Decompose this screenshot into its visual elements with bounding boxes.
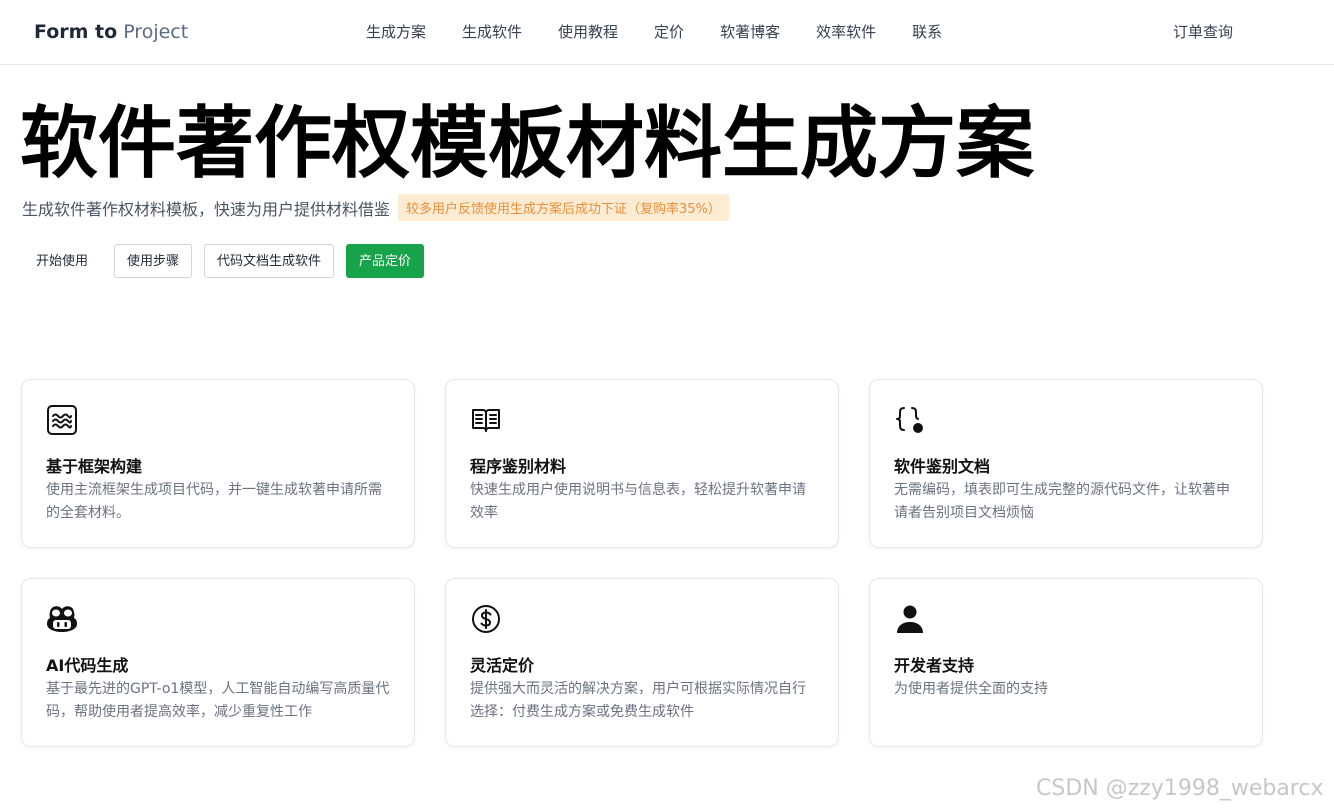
feature-card-flexible-pricing: 灵活定价 提供强大而灵活的解决方案，用户可根据实际情况自行选择：付费生成方案或免… — [445, 578, 839, 747]
feature-title: 开发者支持 — [894, 656, 975, 675]
watermark: CSDN @zzy1998_webarcx — [1036, 776, 1324, 801]
nav-item-pricing[interactable]: 定价 — [654, 21, 684, 43]
pricing-button[interactable]: 产品定价 — [346, 244, 425, 278]
feature-card-developer-support: 开发者支持 为使用者提供全面的支持 — [869, 578, 1263, 747]
nav-item-blog[interactable]: 软著博客 — [720, 21, 780, 43]
feature-text: 基于最先进的GPT-o1模型，人工智能自动编写高质量代码，帮助使用者提高效率，减… — [46, 681, 390, 720]
brand-bold-text: Form to — [34, 21, 118, 43]
hero-subtitle-row: 生成软件著作权材料模板，快速为用户提供材料借鉴 较多用户反馈使用生成方案后成功下… — [22, 194, 729, 221]
feature-card-ai-codegen: AI代码生成 基于最先进的GPT-o1模型，人工智能自动编写高质量代码，帮助使用… — [21, 578, 415, 747]
nav-item-contact[interactable]: 联系 — [912, 21, 942, 43]
brand-light-text: Project — [123, 21, 189, 43]
top-navbar: Form to Project 生成方案 生成软件 使用教程 定价 软著博客 效率… — [0, 0, 1334, 65]
nav-item-generate-plan[interactable]: 生成方案 — [366, 21, 426, 43]
feature-title: AI代码生成 — [46, 656, 129, 675]
user-icon — [894, 603, 926, 635]
dollar-circle-icon — [470, 603, 502, 635]
feature-text: 无需编码，填表即可生成完整的源代码文件，让软著申请者告别项目文档烦恼 — [894, 482, 1230, 521]
feature-title: 软件鉴别文档 — [894, 457, 991, 476]
hero-title: 软件著作权模板材料生成方案 — [20, 99, 1035, 189]
steps-button[interactable]: 使用步骤 — [114, 244, 193, 278]
braces-dot-icon — [894, 404, 926, 436]
feature-title: 程序鉴别材料 — [470, 457, 567, 476]
hero-button-row: 开始使用 使用步骤 代码文档生成软件 产品定价 — [22, 244, 425, 278]
feature-card-framework: 基于框架构建 使用主流框架生成项目代码，并一键生成软著申请所需的全套材料。 — [21, 379, 415, 548]
feature-card-identification-docs: 软件鉴别文档 无需编码，填表即可生成完整的源代码文件，让软著申请者告别项目文档烦… — [869, 379, 1263, 548]
feature-text: 快速生成用户使用说明书与信息表，轻松提升软著申请效率 — [470, 482, 806, 521]
feature-text: 使用主流框架生成项目代码，并一键生成软著申请所需的全套材料。 — [46, 482, 382, 521]
nav-item-efficiency-software[interactable]: 效率软件 — [816, 21, 876, 43]
nav-item-tutorial[interactable]: 使用教程 — [558, 21, 618, 43]
main-nav: 生成方案 生成软件 使用教程 定价 软著博客 效率软件 联系 — [366, 21, 978, 43]
code-doc-software-button[interactable]: 代码文档生成软件 — [204, 244, 335, 278]
feature-title: 基于框架构建 — [46, 457, 143, 476]
copilot-icon — [46, 603, 78, 635]
feature-text: 提供强大而灵活的解决方案，用户可根据实际情况自行选择：付费生成方案或免费生成软件 — [470, 681, 806, 720]
feature-text: 为使用者提供全面的支持 — [894, 681, 1048, 697]
feature-title: 灵活定价 — [470, 656, 535, 675]
hero-subtitle: 生成软件著作权材料模板，快速为用户提供材料借鉴 — [22, 199, 391, 219]
order-query-link[interactable]: 订单查询 — [1173, 21, 1233, 43]
book-open-icon — [470, 404, 502, 436]
brand-logo[interactable]: Form to Project — [34, 20, 188, 44]
start-button[interactable]: 开始使用 — [22, 244, 103, 278]
repurchase-badge: 较多用户反馈使用生成方案后成功下证（复购率35%） — [398, 194, 729, 221]
waves-frame-icon — [46, 404, 78, 436]
feature-card-identification-materials: 程序鉴别材料 快速生成用户使用说明书与信息表，轻松提升软著申请效率 — [445, 379, 839, 548]
nav-item-generate-software[interactable]: 生成软件 — [462, 21, 522, 43]
